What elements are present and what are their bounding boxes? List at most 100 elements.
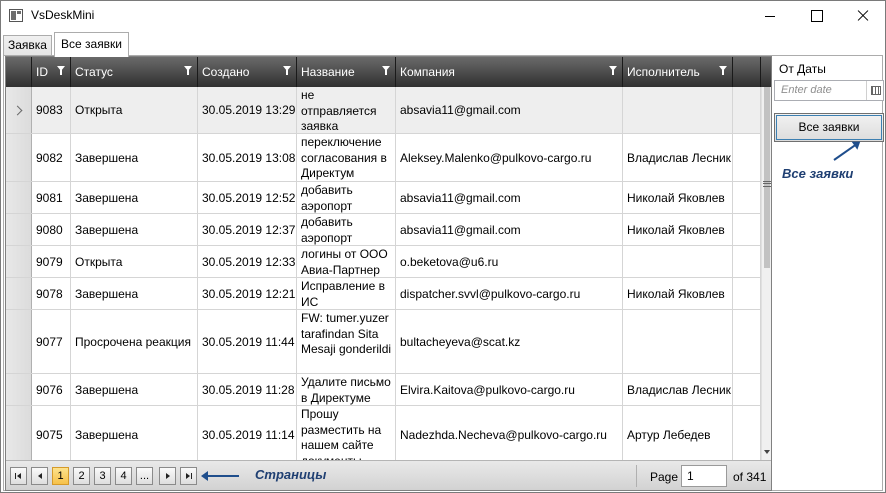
cell-id: 9080: [32, 214, 71, 245]
cell-name: добавить аэропорт: [297, 214, 396, 245]
cell-filler: [733, 87, 761, 133]
cell-status: Открыта: [71, 246, 198, 277]
header-name-label: Название: [301, 65, 355, 79]
row-selector[interactable]: [6, 406, 32, 463]
header-id[interactable]: ID: [32, 57, 71, 87]
cell-company: absavia11@gmail.com: [396, 182, 623, 213]
all-requests-button[interactable]: Все заявки: [774, 113, 884, 142]
pager-divider: [636, 465, 637, 487]
cell-assignee: Николай Яковлев: [623, 214, 733, 245]
table-row[interactable]: 9078 Завершена 30.05.2019 12:21 Исправление…: [6, 278, 761, 310]
page-button-more[interactable]: ...: [136, 467, 153, 485]
cell-id: 9082: [32, 134, 71, 181]
next-page-button[interactable]: [159, 467, 176, 485]
cell-assignee: Николай Яковлев: [623, 278, 733, 309]
row-selector[interactable]: [6, 134, 32, 181]
table-row[interactable]: 9082 Завершена 30.05.2019 13:08 переключени…: [6, 134, 761, 182]
tab-request[interactable]: Заявка: [3, 35, 52, 56]
table-row[interactable]: 9083 Открыта 30.05.2019 13:29 не отправляет…: [6, 87, 761, 134]
cell-filler: [733, 406, 761, 463]
cell-created: 30.05.2019 13:29: [198, 87, 297, 133]
cell-name: добавить аэропорт: [297, 182, 396, 213]
row-selector[interactable]: [6, 214, 32, 245]
table-row[interactable]: 9075 Завершена 30.05.2019 11:14 Прошу разме…: [6, 406, 761, 464]
date-placeholder: Enter date: [781, 84, 832, 96]
row-selector[interactable]: [6, 87, 32, 133]
cell-name: Прошу разместить на нашем сайте документ…: [297, 406, 396, 463]
page-number-input[interactable]: 1: [681, 465, 727, 487]
filter-icon[interactable]: [382, 66, 391, 76]
current-row-chevron-icon: [12, 105, 22, 115]
table-row[interactable]: 9079 Открыта 30.05.2019 12:33 логины от ООО…: [6, 246, 761, 278]
cell-status: Просрочена реакция: [71, 310, 198, 373]
from-date-label: От Даты: [779, 62, 826, 76]
pages-annotation: Страницы: [255, 467, 327, 482]
cell-company: bultacheyeva@scat.kz: [396, 310, 623, 373]
page-button-3[interactable]: 3: [94, 467, 111, 485]
cell-filler: [733, 278, 761, 309]
filter-icon[interactable]: [57, 66, 66, 76]
minimize-icon[interactable]: [747, 1, 793, 31]
row-selector[interactable]: [6, 182, 32, 213]
page-button-1[interactable]: 1: [52, 467, 69, 485]
cell-id: 9083: [32, 87, 71, 133]
header-name[interactable]: Название: [297, 57, 396, 87]
title-bar: VsDeskMini: [1, 1, 885, 31]
cell-id: 9078: [32, 278, 71, 309]
header-company-label: Компания: [400, 65, 455, 79]
last-page-button[interactable]: [180, 467, 197, 485]
row-selector[interactable]: [6, 278, 32, 309]
cell-company: Aleksey.Malenko@pulkovo-cargo.ru: [396, 134, 623, 181]
vertical-scrollbar[interactable]: [761, 87, 771, 460]
filter-icon[interactable]: [184, 66, 193, 76]
prev-page-button[interactable]: [31, 467, 48, 485]
maximize-icon[interactable]: [793, 1, 839, 31]
app-window: VsDeskMini Заявка Все заявки ID Статус С…: [0, 0, 886, 493]
filter-icon[interactable]: [283, 66, 292, 76]
row-selector[interactable]: [6, 310, 32, 373]
cell-created: 30.05.2019 11:28: [198, 374, 297, 405]
filter-icon[interactable]: [609, 66, 618, 76]
scrollbar-grip-icon: [763, 181, 771, 187]
cell-created: 30.05.2019 13:08: [198, 134, 297, 181]
first-page-button[interactable]: [10, 467, 27, 485]
cell-filler: [733, 310, 761, 373]
cell-created: 30.05.2019 12:52: [198, 182, 297, 213]
scroll-down-icon[interactable]: [764, 450, 770, 454]
table-row[interactable]: 9081 Завершена 30.05.2019 12:52 добавить а…: [6, 182, 761, 214]
header-status[interactable]: Статус: [71, 57, 198, 87]
header-assignee[interactable]: Исполнитель: [623, 57, 733, 87]
cell-created: 30.05.2019 12:21: [198, 278, 297, 309]
cell-filler: [733, 134, 761, 181]
cell-company: o.beketova@u6.ru: [396, 246, 623, 277]
grid-header: ID Статус Создано Название Компания Испо…: [6, 57, 771, 87]
cell-company: absavia11@gmail.com: [396, 214, 623, 245]
row-selector[interactable]: [6, 246, 32, 277]
header-created[interactable]: Создано: [198, 57, 297, 87]
last-page-icon: [186, 473, 190, 479]
header-assignee-label: Исполнитель: [627, 65, 700, 79]
tab-all-requests[interactable]: Все заявки: [54, 32, 130, 57]
page-label: Page: [650, 470, 679, 484]
all-requests-annotation: Все заявки: [782, 166, 854, 181]
scrollbar-thumb[interactable]: [764, 87, 770, 268]
cell-created: 30.05.2019 11:44: [198, 310, 297, 373]
cell-filler: [733, 246, 761, 277]
cell-id: 9077: [32, 310, 71, 373]
table-row[interactable]: 9077 Просрочена реакция 30.05.2019 11:44 FW…: [6, 310, 761, 374]
row-selector[interactable]: [6, 374, 32, 405]
pager-bar: 1 2 3 4 ... Страницы Page 1 of 341: [6, 460, 771, 490]
header-company[interactable]: Компания: [396, 57, 623, 87]
cell-name: Исправление в ИС: [297, 278, 396, 309]
filter-icon[interactable]: [719, 66, 728, 76]
table-row[interactable]: 9080 Завершена 30.05.2019 12:37 добавить аэ…: [6, 214, 761, 246]
header-row-selector: [6, 57, 32, 87]
from-date-input[interactable]: Enter date: [774, 80, 884, 101]
cell-company: Nadezhda.Necheva@pulkovo-cargo.ru: [396, 406, 623, 463]
table-row[interactable]: 9076 Завершена 30.05.2019 11:28 Удалите пис…: [6, 374, 761, 406]
close-icon[interactable]: [839, 1, 885, 31]
cell-status: Завершена: [71, 182, 198, 213]
page-button-2[interactable]: 2: [73, 467, 90, 485]
calendar-icon[interactable]: [866, 81, 883, 100]
page-button-4[interactable]: 4: [115, 467, 132, 485]
